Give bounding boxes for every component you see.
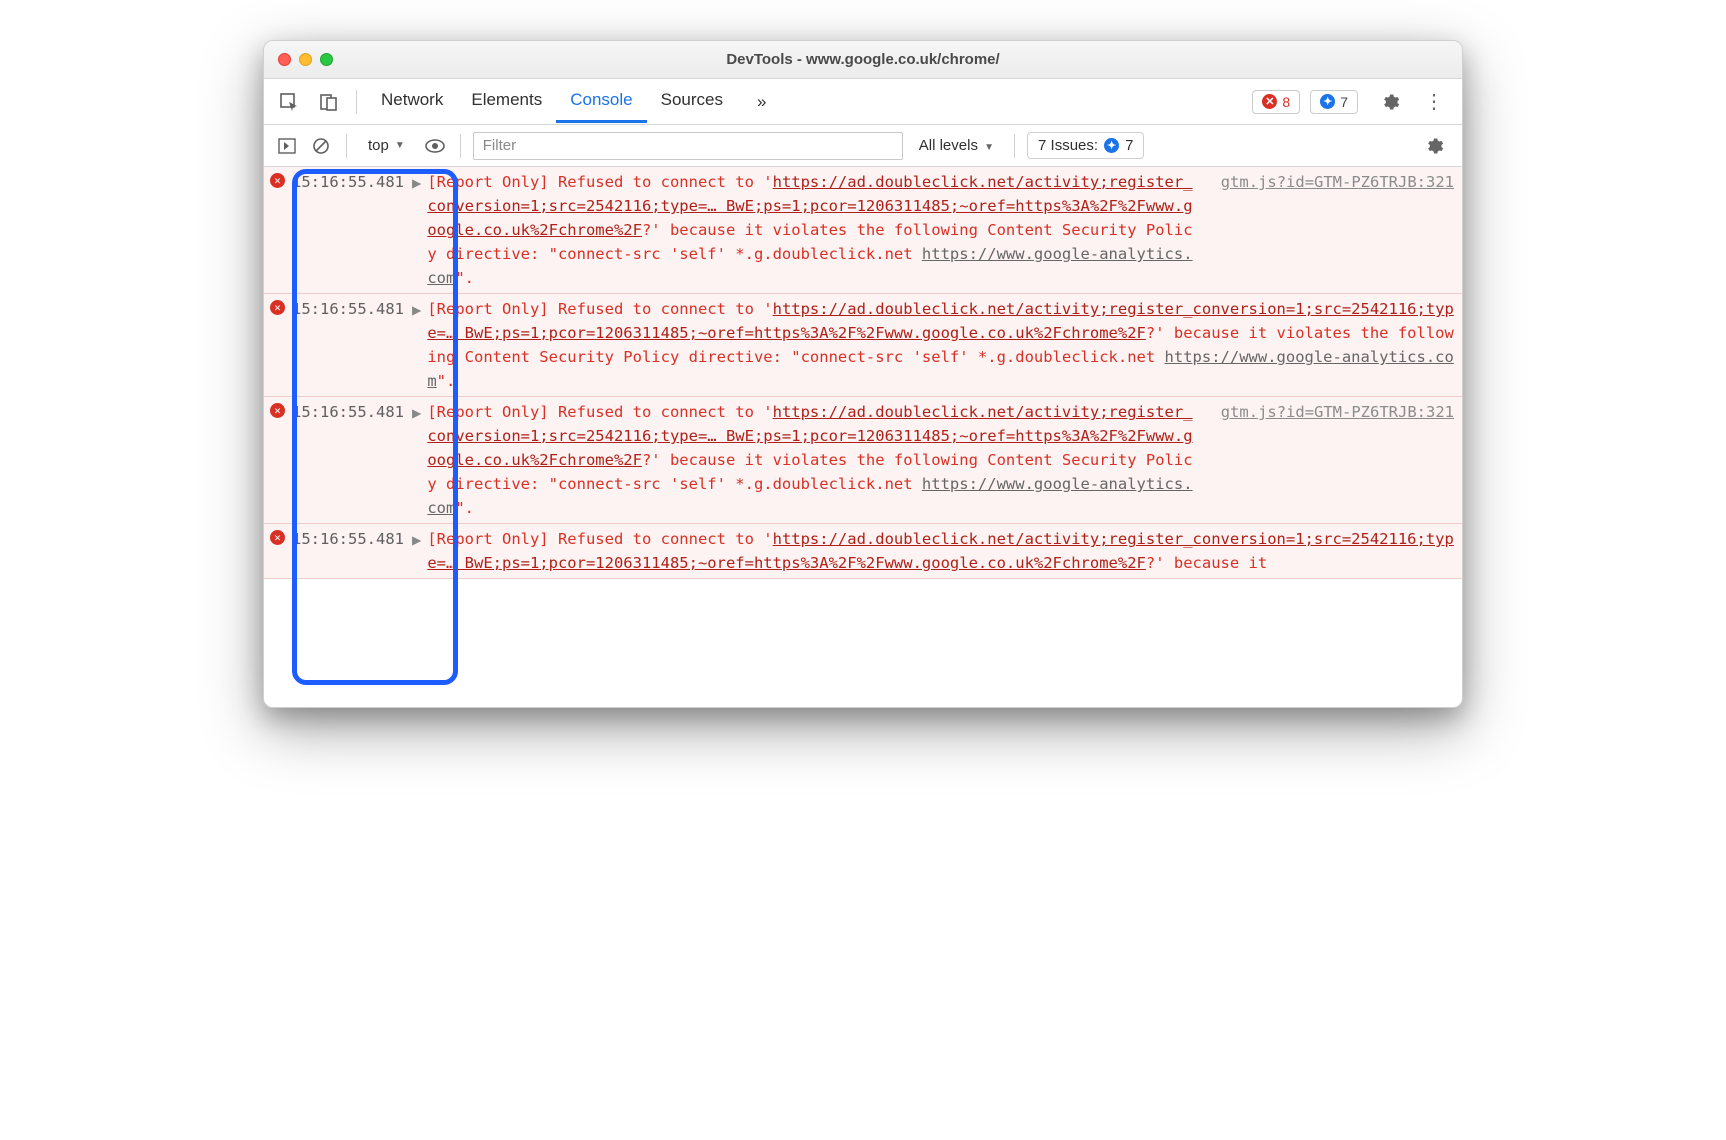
panel-tabs: NetworkElementsConsoleSources: [367, 80, 737, 123]
console-error-row: ✕15:16:55.481▶[Report Only] Refused to c…: [264, 167, 1462, 294]
issues-button[interactable]: 7 Issues: ✦ 7: [1027, 132, 1144, 159]
inspect-element-icon[interactable]: [272, 85, 306, 119]
close-window-button[interactable]: [278, 53, 291, 66]
messages-count: 7: [1340, 94, 1348, 110]
log-timestamp: 15:16:55.481: [290, 400, 412, 424]
status-badges: ✕ 8 ✦ 7: [1252, 90, 1358, 114]
log-message: ▶[Report Only] Refused to connect to 'ht…: [412, 400, 1454, 520]
error-icon: ✕: [1262, 94, 1277, 109]
window-titlebar: DevTools - www.google.co.uk/chrome/: [264, 41, 1462, 79]
traffic-lights: [278, 53, 333, 66]
tab-network[interactable]: Network: [367, 80, 457, 123]
divider: [346, 134, 347, 158]
log-message: ▶[Report Only] Refused to connect to 'ht…: [412, 527, 1454, 575]
settings-button[interactable]: [1372, 92, 1408, 112]
log-text[interactable]: [Report Only] Refused to connect to 'htt…: [427, 400, 1196, 520]
log-timestamp: 15:16:55.481: [290, 297, 412, 321]
divider: [1014, 134, 1015, 158]
issues-icon: ✦: [1104, 138, 1119, 153]
divider: [460, 134, 461, 158]
filter-input[interactable]: [473, 132, 903, 160]
context-label: top: [368, 137, 389, 154]
messages-badge[interactable]: ✦ 7: [1310, 90, 1358, 114]
console-error-row: ✕15:16:55.481▶[Report Only] Refused to c…: [264, 397, 1462, 524]
levels-label: All levels: [919, 137, 978, 154]
error-status-icon: ✕: [270, 400, 290, 418]
maximize-window-button[interactable]: [320, 53, 333, 66]
error-status-icon: ✕: [270, 170, 290, 188]
context-selector[interactable]: top ▼: [359, 133, 414, 158]
devtools-window: DevTools - www.google.co.uk/chrome/ Netw…: [263, 40, 1463, 708]
main-toolbar: NetworkElementsConsoleSources » ✕ 8 ✦ 7 …: [264, 79, 1462, 125]
log-text[interactable]: [Report Only] Refused to connect to 'htt…: [427, 527, 1454, 575]
tab-console[interactable]: Console: [556, 80, 646, 123]
errors-count: 8: [1282, 94, 1290, 110]
error-status-icon: ✕: [270, 527, 290, 545]
more-options-button[interactable]: ⋮: [1414, 89, 1454, 114]
log-message: ▶[Report Only] Refused to connect to 'ht…: [412, 170, 1454, 290]
log-timestamp: 15:16:55.481: [290, 527, 412, 551]
expand-caret-icon[interactable]: ▶: [412, 400, 421, 425]
tab-sources[interactable]: Sources: [647, 80, 737, 123]
log-source-link[interactable]: gtm.js?id=GTM-PZ6TRJB:321: [1221, 170, 1454, 194]
console-error-row: ✕15:16:55.481▶[Report Only] Refused to c…: [264, 294, 1462, 397]
window-title: DevTools - www.google.co.uk/chrome/: [264, 51, 1462, 68]
minimize-window-button[interactable]: [299, 53, 312, 66]
issues-count: 7: [1125, 137, 1133, 154]
expand-caret-icon[interactable]: ▶: [412, 297, 421, 322]
chevron-down-icon: ▼: [395, 140, 405, 151]
expand-caret-icon[interactable]: ▶: [412, 527, 421, 552]
log-levels-selector[interactable]: All levels ▼: [911, 137, 1002, 154]
more-tabs-button[interactable]: »: [743, 82, 780, 122]
error-status-icon: ✕: [270, 297, 290, 315]
console-settings-button[interactable]: [1416, 136, 1452, 156]
log-timestamp: 15:16:55.481: [290, 170, 412, 194]
console-output: ✕15:16:55.481▶[Report Only] Refused to c…: [264, 167, 1462, 707]
log-source-link[interactable]: gtm.js?id=GTM-PZ6TRJB:321: [1221, 400, 1454, 424]
log-text[interactable]: [Report Only] Refused to connect to 'htt…: [427, 170, 1196, 290]
device-toolbar-icon[interactable]: [312, 85, 346, 119]
divider: [356, 90, 357, 114]
tab-elements[interactable]: Elements: [457, 80, 556, 123]
live-expression-icon[interactable]: [422, 133, 448, 159]
chevron-down-icon: ▼: [984, 142, 994, 153]
expand-caret-icon[interactable]: ▶: [412, 170, 421, 195]
log-text[interactable]: [Report Only] Refused to connect to 'htt…: [427, 297, 1454, 393]
show-sidebar-icon[interactable]: [274, 133, 300, 159]
errors-badge[interactable]: ✕ 8: [1252, 90, 1300, 114]
console-error-row: ✕15:16:55.481▶[Report Only] Refused to c…: [264, 524, 1462, 579]
clear-console-icon[interactable]: [308, 133, 334, 159]
message-icon: ✦: [1320, 94, 1335, 109]
console-toolbar: top ▼ All levels ▼ 7 Issues: ✦ 7: [264, 125, 1462, 167]
log-message: ▶[Report Only] Refused to connect to 'ht…: [412, 297, 1454, 393]
issues-label: 7 Issues:: [1038, 137, 1098, 154]
